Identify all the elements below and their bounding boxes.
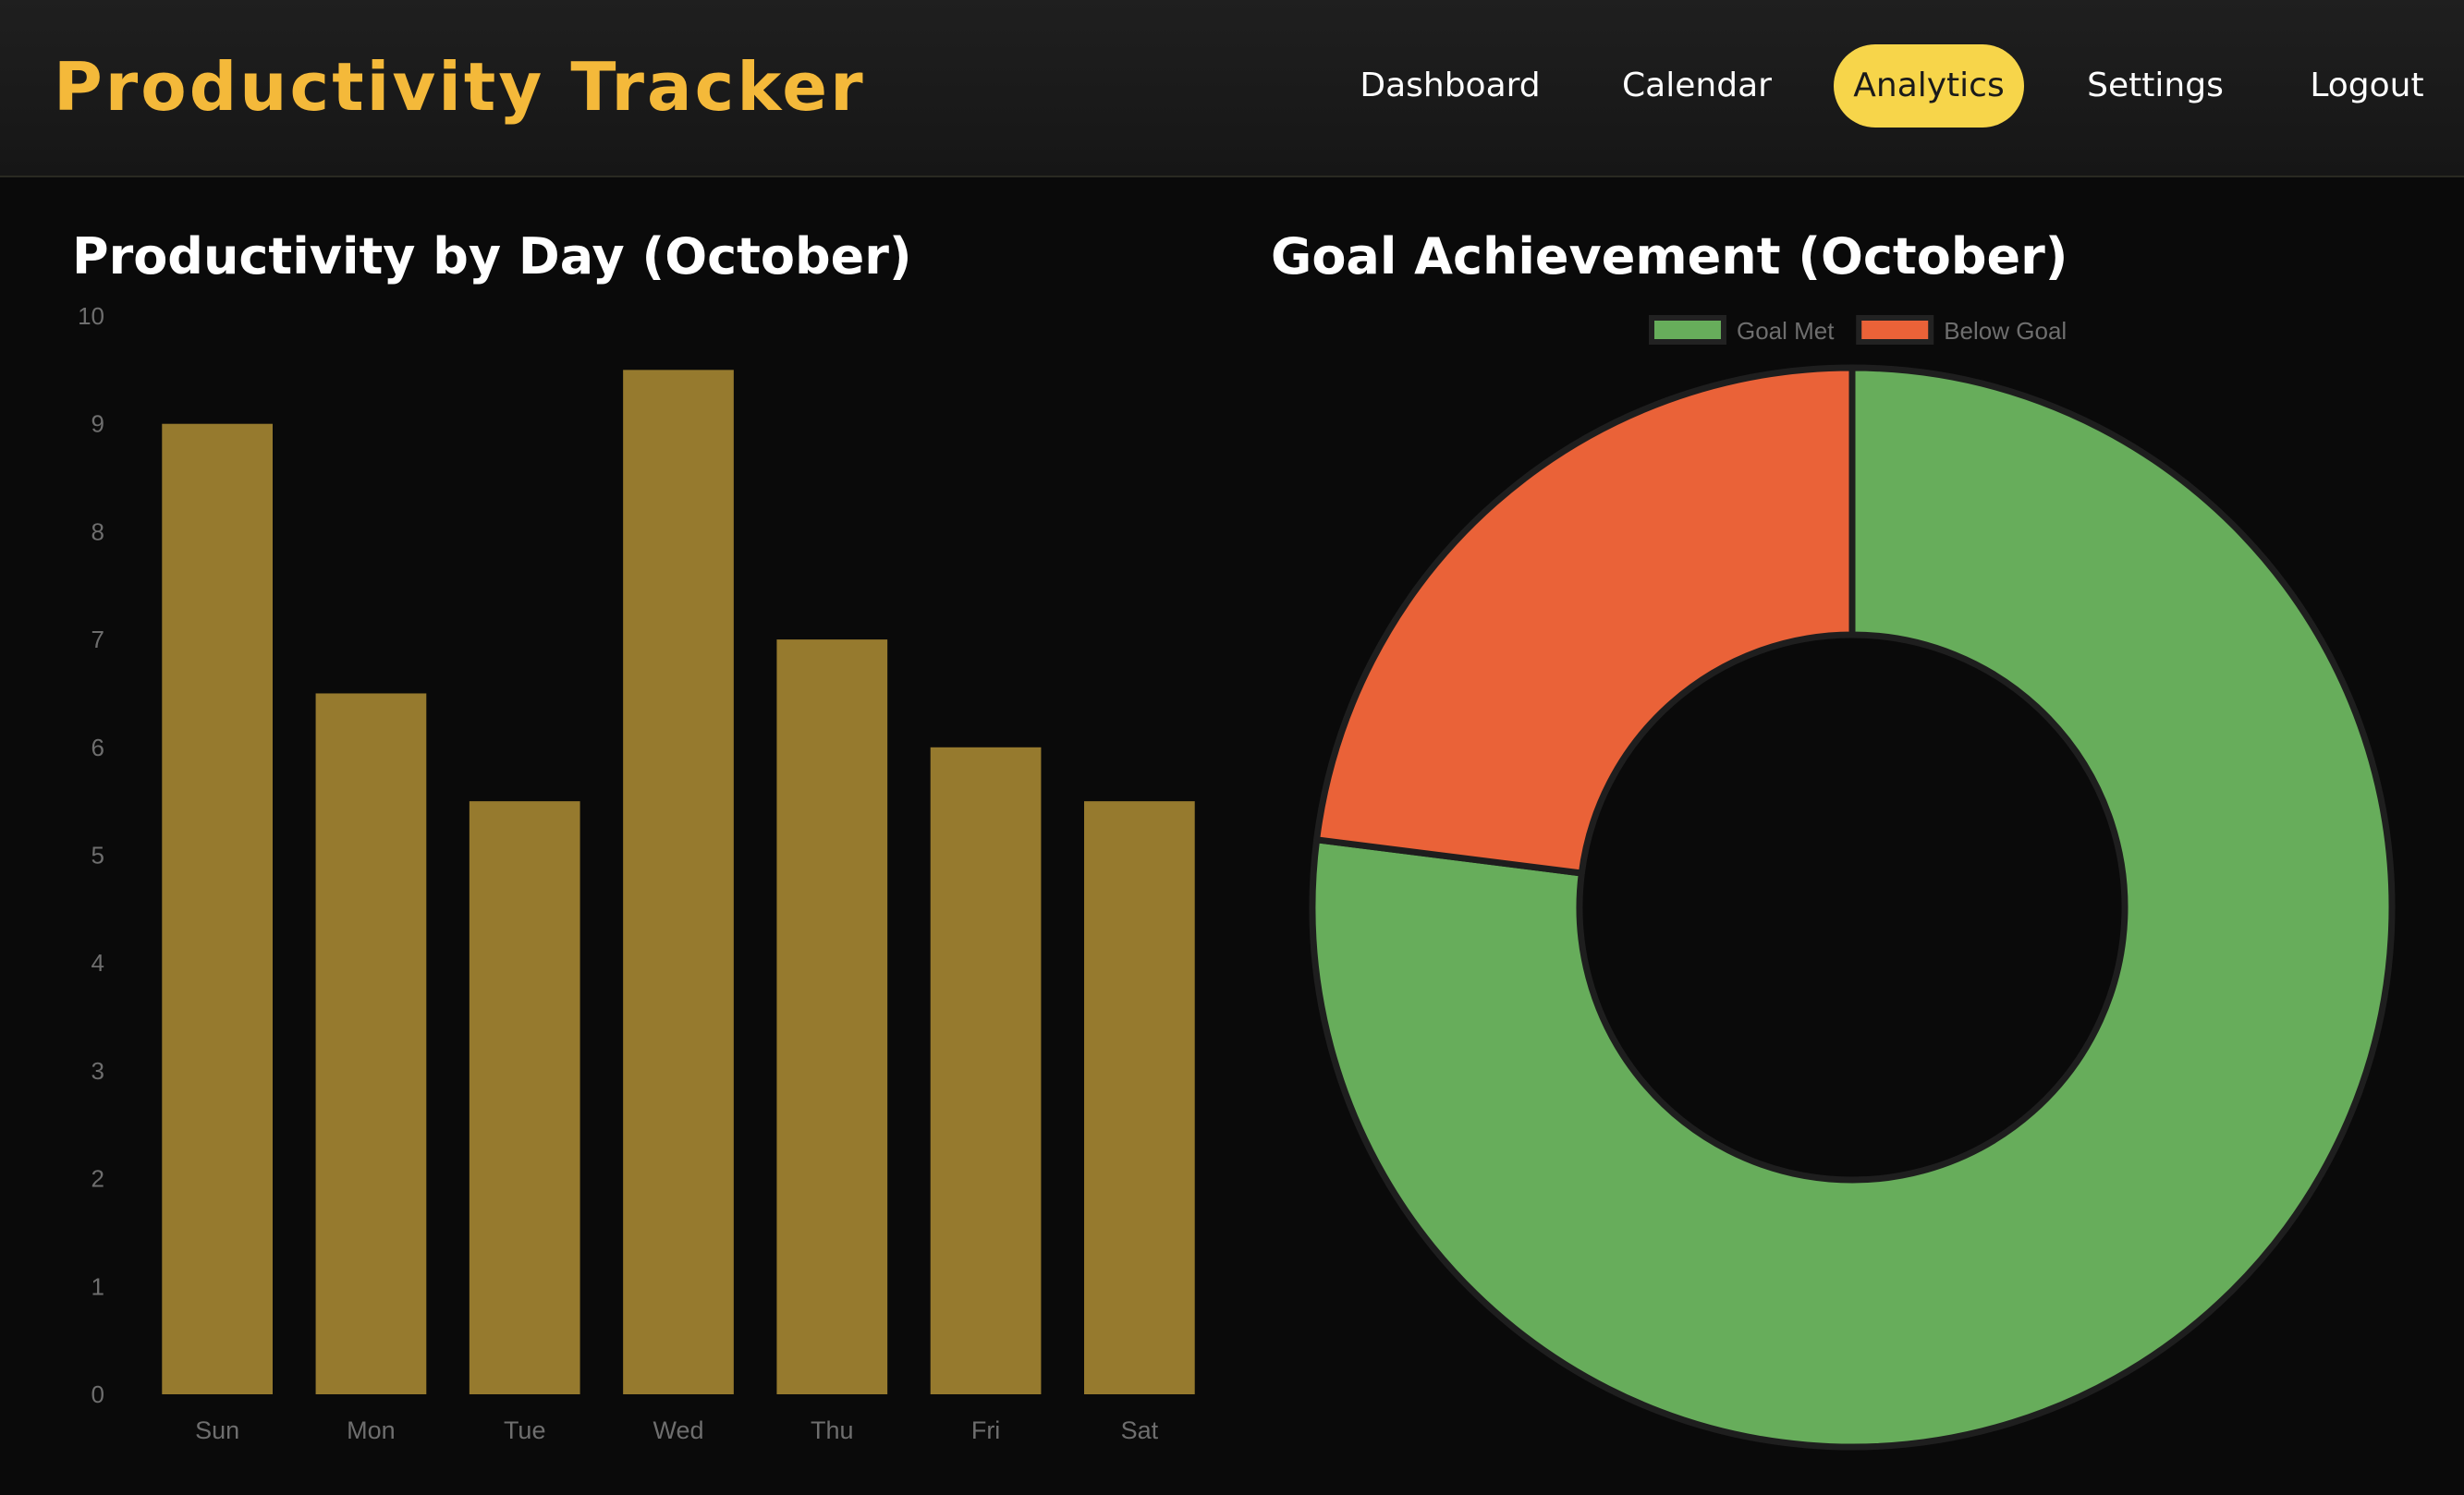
y-tick-label: 5 [91,842,104,869]
x-tick-label: Fri [971,1416,1000,1444]
y-tick-label: 2 [91,1165,104,1193]
x-tick-label: Wed [653,1416,703,1444]
y-tick-label: 3 [91,1057,104,1085]
nav-calendar[interactable]: Calendar [1606,44,1787,128]
x-tick-label: Sun [195,1416,239,1444]
nav-logout[interactable]: Logout [2298,44,2436,128]
app-title: Productivity Tracker [54,48,866,126]
x-tick-label: Thu [811,1416,854,1444]
goal-donut-chart: Goal Met Below Goal [1309,315,2396,1451]
bar-wed [623,370,734,1395]
y-tick-label: 4 [91,949,104,977]
legend-label-below-goal: Below Goal [1944,317,2067,345]
y-tick-label: 9 [91,410,104,438]
legend-swatch-goal-met [1648,315,1726,345]
donut-slice-below-goal [1313,364,1856,877]
y-tick-label: 6 [91,734,104,761]
x-tick-label: Mon [347,1416,396,1444]
nav-analytics[interactable]: Analytics [1834,44,2024,128]
x-tick-label: Sat [1121,1416,1159,1444]
y-tick-label: 7 [91,626,104,653]
bar-mon [315,693,427,1394]
y-tick-label: 8 [91,517,104,545]
bar-fri [930,747,1042,1394]
productivity-bar-chart: 0 1 2 3 4 5 6 7 8 9 10 Sun Mon Tue Wed Thu Fri Sat [78,302,1195,1444]
bar-chart-title: Productivity by Day (October) [72,227,912,286]
y-tick-label: 0 [91,1380,104,1408]
bar-sat [1083,801,1195,1394]
bar-sun [162,423,274,1395]
y-tick-label: 1 [91,1272,104,1300]
bar-tue [469,801,580,1394]
app-header: Productivity Tracker Dashboard Calendar … [0,0,2464,177]
y-tick-label: 10 [78,302,104,330]
donut-chart-title: Goal Achievement (October) [1271,227,2068,286]
nav-dashboard[interactable]: Dashboard [1353,44,1547,128]
legend-swatch-below-goal [1856,315,1934,345]
x-tick-label: Tue [504,1416,546,1444]
bar-thu [776,639,888,1394]
legend-label-goal-met: Goal Met [1737,317,1835,345]
nav-settings[interactable]: Settings [2070,44,2240,128]
